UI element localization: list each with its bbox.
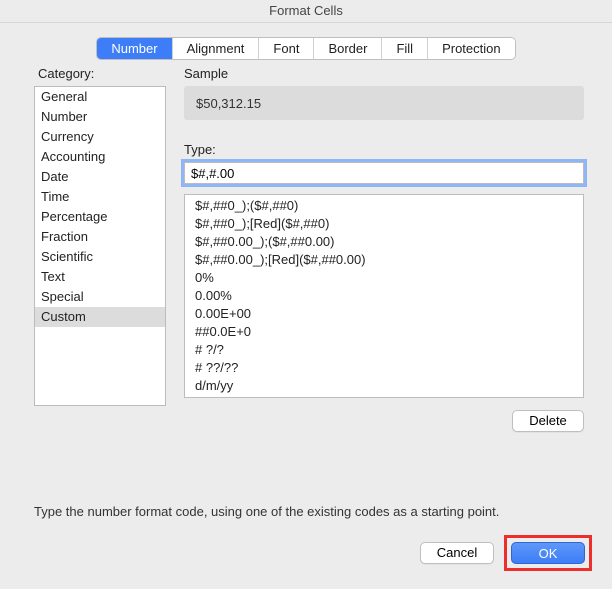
category-item-date[interactable]: Date — [35, 167, 165, 187]
format-item[interactable]: $#,##0_);($#,##0) — [185, 197, 583, 215]
category-item-accounting[interactable]: Accounting — [35, 147, 165, 167]
sample-label: Sample — [184, 66, 228, 81]
category-label: Category: — [38, 66, 94, 81]
delete-button[interactable]: Delete — [512, 410, 584, 432]
format-item[interactable]: $#,##0_);[Red]($#,##0) — [185, 215, 583, 233]
tab-fill[interactable]: Fill — [382, 38, 428, 59]
type-input[interactable] — [184, 162, 584, 184]
type-label: Type: — [184, 142, 216, 157]
format-item[interactable]: # ??/?? — [185, 359, 583, 377]
tab-number[interactable]: Number — [97, 38, 172, 59]
format-item[interactable]: # ?/? — [185, 341, 583, 359]
format-item[interactable]: 0.00% — [185, 287, 583, 305]
category-item-number[interactable]: Number — [35, 107, 165, 127]
cancel-button[interactable]: Cancel — [420, 542, 494, 564]
category-list[interactable]: General Number Currency Accounting Date … — [34, 86, 166, 406]
format-cells-dialog: Format Cells Number Alignment Font Borde… — [0, 0, 612, 589]
format-item[interactable]: 0.00E+00 — [185, 305, 583, 323]
category-item-currency[interactable]: Currency — [35, 127, 165, 147]
format-code-list[interactable]: $#,##0_);($#,##0) $#,##0_);[Red]($#,##0)… — [184, 194, 584, 398]
tab-alignment[interactable]: Alignment — [173, 38, 260, 59]
tab-border[interactable]: Border — [314, 38, 382, 59]
format-item[interactable]: 0% — [185, 269, 583, 287]
category-item-custom[interactable]: Custom — [35, 307, 165, 327]
category-item-time[interactable]: Time — [35, 187, 165, 207]
format-item[interactable]: $#,##0.00_);($#,##0.00) — [185, 233, 583, 251]
tab-protection[interactable]: Protection — [428, 38, 515, 59]
category-item-scientific[interactable]: Scientific — [35, 247, 165, 267]
format-item[interactable]: $#,##0.00_);[Red]($#,##0.00) — [185, 251, 583, 269]
category-item-fraction[interactable]: Fraction — [35, 227, 165, 247]
ok-highlight: OK — [504, 535, 592, 571]
sample-value: $50,312.15 — [184, 86, 584, 120]
tab-bar: Number Alignment Font Border Fill Protec… — [0, 37, 612, 60]
category-item-percentage[interactable]: Percentage — [35, 207, 165, 227]
category-item-special[interactable]: Special — [35, 287, 165, 307]
format-item[interactable]: d/m/yy — [185, 377, 583, 395]
format-item[interactable]: ##0.0E+0 — [185, 323, 583, 341]
help-text: Type the number format code, using one o… — [34, 504, 584, 519]
category-item-text[interactable]: Text — [35, 267, 165, 287]
category-item-general[interactable]: General — [35, 87, 165, 107]
tab-font[interactable]: Font — [259, 38, 314, 59]
ok-button[interactable]: OK — [511, 542, 585, 564]
dialog-title: Format Cells — [0, 0, 612, 23]
